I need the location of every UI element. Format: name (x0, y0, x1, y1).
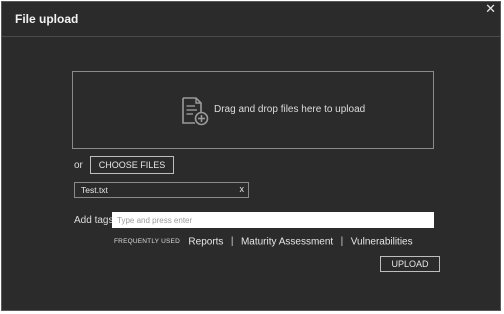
remove-file-icon[interactable]: x (240, 184, 245, 194)
file-add-icon (182, 97, 209, 126)
add-tags-label: Add tags (74, 215, 114, 226)
dialog-header: File upload ✕ (2, 2, 500, 37)
tag-maturity-assessment[interactable]: Maturity Assessment (241, 236, 333, 247)
file-upload-dialog: File upload ✕ Drag and drop files here t… (1, 1, 501, 311)
tag-separator: | (230, 236, 234, 248)
tags-input[interactable] (112, 212, 434, 228)
selected-file-item: Test.txt x (74, 182, 249, 198)
choose-files-button[interactable]: CHOOSE FILES (90, 156, 174, 174)
upload-button[interactable]: UPLOAD (380, 256, 440, 272)
tag-reports[interactable]: Reports (188, 236, 223, 247)
or-label: or (74, 160, 83, 171)
file-dropzone[interactable]: Drag and drop files here to upload (72, 71, 434, 149)
dialog-title: File upload (15, 12, 79, 26)
close-icon[interactable]: ✕ (485, 2, 496, 15)
tag-separator: | (340, 236, 344, 248)
frequently-used-tags: FREQUENTLY USED Reports | Maturity Asses… (114, 233, 413, 247)
frequently-used-label: FREQUENTLY USED (114, 238, 180, 246)
tag-vulnerabilities[interactable]: Vulnerabilities (351, 236, 413, 247)
dropzone-instructions: Drag and drop files here to upload (214, 104, 366, 115)
selected-file-name: Test.txt (81, 185, 108, 195)
